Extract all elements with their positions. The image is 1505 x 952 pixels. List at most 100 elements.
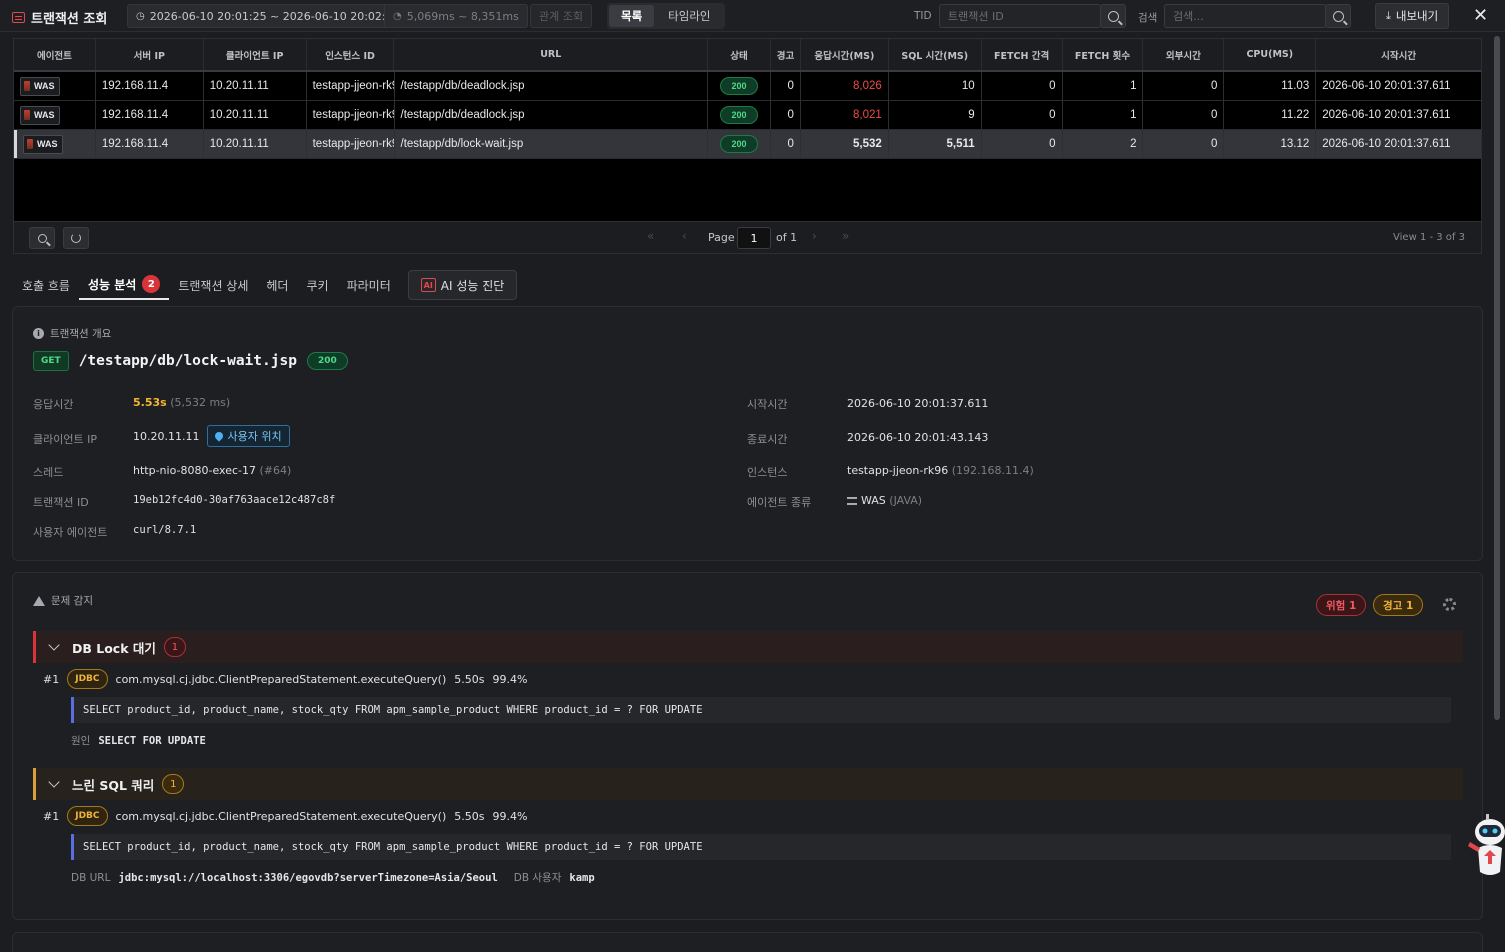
refresh-button[interactable] [63,227,89,249]
status-badge: 200 [720,77,758,95]
view-count: View 1 - 3 of 3 [1393,232,1465,243]
tab-performance[interactable]: 성능 분석 2 [78,270,170,300]
scrollbar[interactable] [1494,36,1500,720]
top-bar: 트랜잭션 조회 ◷ 2026-06-10 20:01:25 ~ 2026-06-… [0,0,1505,32]
col-instance[interactable]: 인스턴스 ID [307,39,395,70]
search-icon [37,233,47,243]
sql-statement: SELECT product_id, product_name, stock_q… [71,834,1451,860]
instance-label: 인스턴스 [747,466,788,479]
instance-value: testapp-jjeon-rk96 (192.168.11.4) [847,464,1034,477]
table-row[interactable]: WAS 192.168.11.4 10.20.11.11 testapp-jje… [14,101,1481,130]
user-location-button[interactable]: 사용자 위치 [207,425,290,447]
table-search-button[interactable] [29,227,55,249]
col-client-ip[interactable]: 클라이언트 IP [204,39,307,70]
tab-detail[interactable]: 트랜잭션 상세 [169,270,257,300]
page-input[interactable]: 1 [737,227,771,249]
danger-count-badge[interactable]: 위험 1 [1316,594,1367,616]
transaction-heading: GET /testapp/db/lock-wait.jsp 200 [33,351,348,371]
response-range-chip[interactable]: ◔ 5,069ms ~ 8,351ms [384,4,528,28]
search-button[interactable] [1325,4,1351,28]
issue-slow-sql-header[interactable]: 느린 SQL 쿼리 1 [33,768,1463,800]
start-value: 2026-06-10 20:01:37.611 [847,397,989,410]
thread-value: http-nio-8080-exec-17 (#64) [133,464,292,477]
col-resp[interactable]: 응답시간(MS) [801,39,889,70]
search-icon [1107,10,1119,22]
assistant-robot-icon[interactable] [1466,812,1505,882]
status-badge: 200 [306,352,348,370]
issue-call: #1 JDBC com.mysql.cj.jdbc.ClientPrepared… [43,806,527,826]
client-ip-value: 10.20.11.11 사용자 위치 [133,425,290,447]
view-timeline-button[interactable]: 타임라인 [656,5,722,27]
ua-value: curl/8.7.1 [133,524,197,536]
issues-title: 문제 감지 [33,593,93,608]
search-label: 검색 [1138,12,1158,24]
tid-label: TID [914,10,932,22]
db-info: DB URL jdbc:mysql://localhost:3306/egovd… [71,871,595,885]
issue-count-badge: 2 [142,275,161,293]
related-query-button[interactable]: 관계 조회 [530,4,592,28]
download-icon: ⤓ [1386,9,1391,22]
ai-diagnosis-button[interactable]: AI AI 성능 진단 [407,270,518,300]
java-icon [24,81,30,91]
gear-icon[interactable] [1443,598,1456,611]
table-row-selected[interactable]: WAS 192.168.11.4 10.20.11.11 testapp-jje… [14,130,1481,159]
col-start[interactable]: 시작시간 [1316,39,1481,70]
thread-label: 스레드 [33,466,64,479]
col-fetch-gap[interactable]: FETCH 간격 [982,39,1063,70]
client-ip-label: 클라이언트 IP [33,433,97,446]
close-button[interactable]: ✕ [1473,5,1488,26]
agent-badge: WAS [20,76,60,96]
ai-icon: AI [420,278,436,292]
search-input[interactable]: 검색... [1164,4,1326,28]
pager: « ‹ Page 1 of 1 › » View 1 - 3 of 3 [13,222,1482,254]
view-toggle: 목록 타임라인 [607,3,725,29]
list-icon [12,12,25,23]
next-page-button[interactable]: › [812,229,817,243]
prev-page-button[interactable]: ‹ [682,229,687,243]
page-total: of 1 [776,231,798,244]
transaction-table: 에이전트 서버 IP 클라이언트 IP 인스턴스 ID URL 상태 경고 응답… [13,38,1482,222]
issue-cause: 원인 SELECT FOR UPDATE [71,734,206,748]
transaction-overview-panel: i 트랜잭션 개요 GET /testapp/db/lock-wait.jsp … [12,306,1483,561]
table-header: 에이전트 서버 IP 클라이언트 IP 인스턴스 ID URL 상태 경고 응답… [14,39,1481,72]
tab-header[interactable]: 헤더 [257,270,297,300]
col-agent[interactable]: 에이전트 [14,39,96,70]
col-ext[interactable]: 외부시간 [1143,39,1225,70]
java-icon [27,139,33,149]
col-server-ip[interactable]: 서버 IP [96,39,204,70]
tab-call-flow[interactable]: 호출 흐름 [13,270,79,300]
last-page-button[interactable]: » [842,229,849,243]
warning-icon [33,595,45,606]
map-pin-icon [213,430,226,442]
table-row[interactable]: WAS 192.168.11.4 10.20.11.11 testapp-jje… [14,72,1481,101]
search-icon [1332,10,1344,22]
issue-call: #1 JDBC com.mysql.cj.jdbc.ClientPrepared… [43,669,527,689]
agent-type-label: 에이전트 종류 [747,496,812,509]
tid-search-button[interactable] [1100,4,1126,28]
view-list-button[interactable]: 목록 [609,5,655,27]
tid-input[interactable]: 트랜잭션 ID [939,4,1101,28]
first-page-button[interactable]: « [647,229,654,243]
export-button[interactable]: ⤓ 내보내기 [1375,3,1450,29]
chevron-down-icon [48,776,60,788]
tab-cookie[interactable]: 쿠키 [297,270,337,300]
time-range-picker[interactable]: ◷ 2026-06-10 20:01:25 ~ 2026-06-10 20:02… [127,4,409,28]
jdbc-tag: JDBC [67,806,108,826]
issue-db-lock-header[interactable]: DB Lock 대기 1 [33,631,1463,663]
col-warn[interactable]: 경고 [771,39,801,70]
agent-badge: WAS [23,134,63,154]
col-cpu[interactable]: CPU(MS) [1224,39,1317,70]
gauge-icon: ◔ [393,10,402,22]
col-sql[interactable]: SQL 시간(MS) [889,39,982,70]
txid-label: 트랜잭션 ID [33,496,89,509]
status-badge: 200 [720,106,758,124]
col-status[interactable]: 상태 [708,39,771,70]
agent-type-value: WAS (JAVA) [847,494,922,507]
agent-badge: WAS [20,105,60,125]
issue-count: 1 [162,774,185,794]
col-fetch-cnt[interactable]: FETCH 횟수 [1063,39,1144,70]
tab-parameter[interactable]: 파라미터 [338,270,400,300]
col-url[interactable]: URL [394,39,709,70]
refresh-icon [71,233,81,243]
warning-count-badge[interactable]: 경고 1 [1373,594,1424,616]
